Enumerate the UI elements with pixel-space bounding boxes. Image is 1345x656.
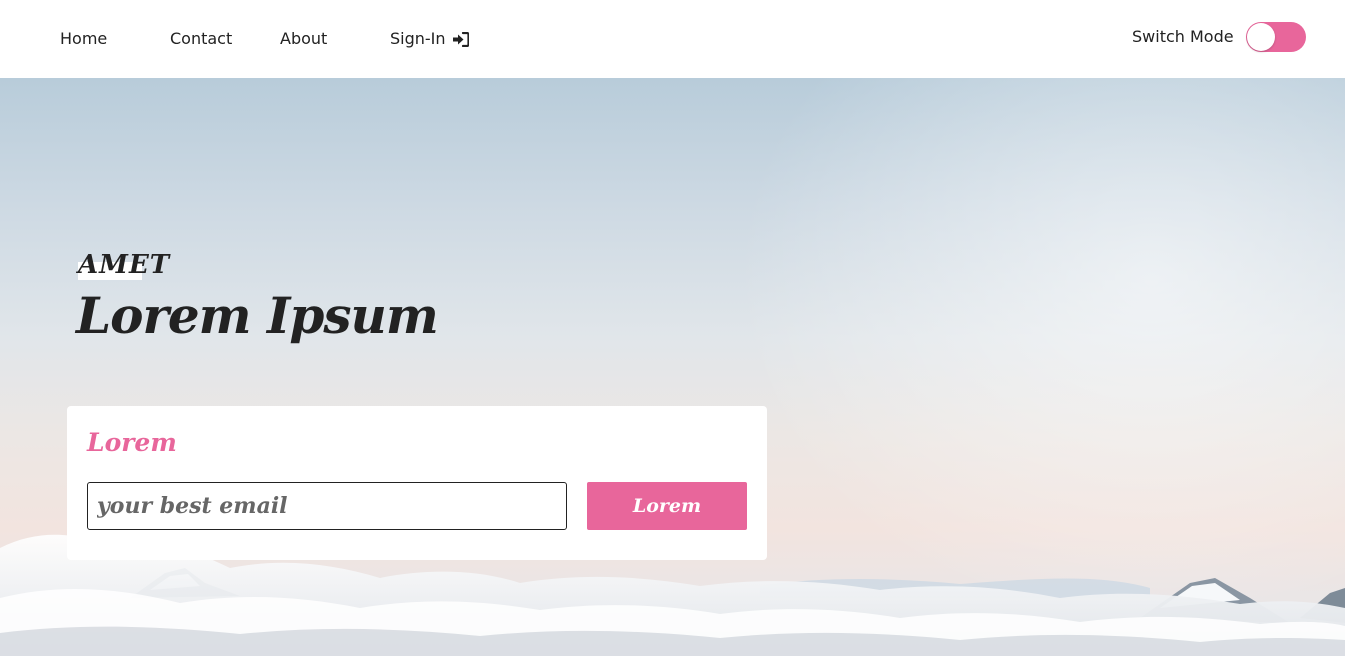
hero-section: AMET Lorem Ipsum Lorem Lorem [0, 78, 1345, 656]
mode-toggle[interactable] [1246, 22, 1306, 52]
cloud-mountain-background [0, 534, 1345, 656]
email-input[interactable] [87, 482, 567, 530]
nav-about-link[interactable]: About [280, 29, 327, 49]
subscribe-title: Lorem [87, 428, 177, 457]
switch-mode-label: Switch Mode [1132, 27, 1234, 46]
subscribe-card: Lorem Lorem [67, 406, 767, 560]
hero-eyebrow: AMET [78, 250, 171, 280]
nav-signin-link[interactable]: Sign-In [390, 29, 469, 49]
nav-home-link[interactable]: Home [60, 29, 107, 49]
sign-in-arrow-icon [452, 31, 469, 47]
signin-label: Sign-In [390, 29, 446, 48]
subscribe-button[interactable]: Lorem [587, 482, 747, 530]
toggle-knob [1247, 23, 1275, 51]
nav-contact-link[interactable]: Contact [170, 29, 232, 49]
hero-headline: Lorem Ipsum [76, 286, 439, 345]
top-nav: Home Contact About Sign-In Switch Mode [0, 0, 1345, 78]
